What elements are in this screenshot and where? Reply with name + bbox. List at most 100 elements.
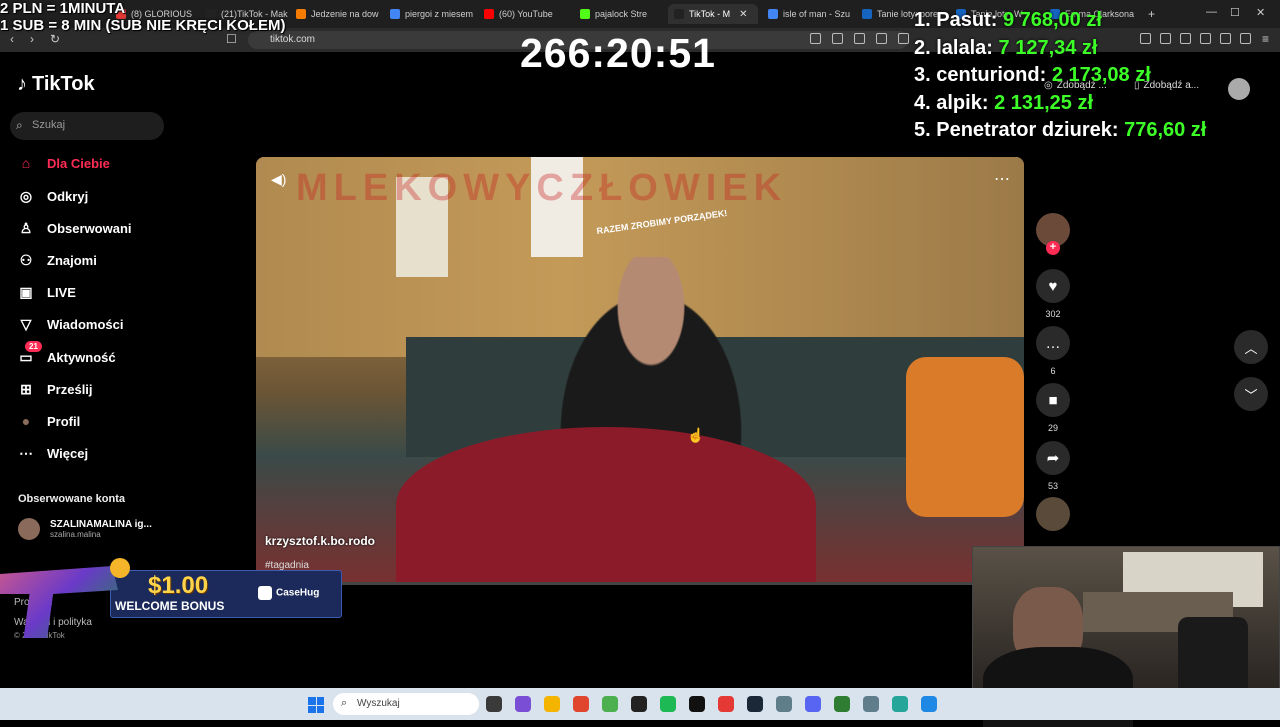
sidebar-item-aktywność[interactable]: ▭ 21 Aktywność bbox=[17, 341, 116, 367]
taskbar-app-icon[interactable] bbox=[892, 696, 908, 712]
taskbar-app-icon[interactable] bbox=[718, 696, 734, 712]
tab[interactable]: TikTok - M ✕ bbox=[668, 4, 758, 24]
tab[interactable]: isle of man - Szu bbox=[762, 4, 852, 24]
extension-icon[interactable] bbox=[854, 33, 865, 44]
next-video-button[interactable]: ﹀ bbox=[1234, 377, 1268, 411]
comment-button[interactable]: … 6 bbox=[1036, 326, 1070, 376]
logo-text: TikTok bbox=[32, 73, 95, 95]
music-disc-avatar[interactable] bbox=[1036, 497, 1070, 531]
sidebar-item-odkryj[interactable]: ◎ Odkryj bbox=[17, 186, 88, 206]
previous-video-button[interactable]: ︿ bbox=[1234, 330, 1268, 364]
webcam-racing-chair bbox=[1178, 617, 1248, 697]
follow-plus-icon[interactable]: + bbox=[1046, 241, 1060, 255]
user-avatar[interactable] bbox=[1228, 78, 1250, 100]
tab[interactable]: Jedzenie na dow bbox=[290, 4, 380, 24]
send-icon: ▽ bbox=[17, 315, 35, 333]
video-author[interactable]: krzysztof.k.bo.rodo bbox=[265, 534, 375, 548]
translate-icon[interactable] bbox=[832, 33, 843, 44]
taskbar-app-icon[interactable] bbox=[573, 696, 589, 712]
taskbar-app-icon[interactable] bbox=[776, 696, 792, 712]
volume-icon[interactable]: ◀︎) bbox=[271, 171, 286, 188]
zoom-icon[interactable] bbox=[876, 33, 887, 44]
video-progress-bar[interactable] bbox=[256, 582, 1024, 585]
leaderboard-name: alpik: bbox=[936, 91, 989, 114]
ad-brand: CaseHug bbox=[258, 586, 319, 600]
sidebar-item-prześlij[interactable]: ⊞ Prześlij bbox=[17, 379, 92, 399]
sidebar-item-live[interactable]: ▣ LIVE bbox=[17, 282, 76, 302]
followed-account-item[interactable]: SZALINAMALINA ig... szalina.malina bbox=[18, 518, 152, 540]
taskbar-app-icon[interactable] bbox=[921, 696, 937, 712]
taskbar-app-icon[interactable] bbox=[515, 696, 531, 712]
more-options-icon[interactable]: ⋯ bbox=[994, 169, 1010, 189]
tab-label: (60) YouTube bbox=[499, 9, 553, 19]
tab[interactable]: (60) YouTube bbox=[478, 4, 568, 24]
taskbar-search-input[interactable]: ⌕ Wyszukaj bbox=[333, 693, 479, 715]
like-button[interactable]: ♥ 302 bbox=[1036, 269, 1070, 319]
icon-glyph: ⚇ bbox=[19, 251, 33, 268]
sidebar-item-znajomi[interactable]: ⚇ Znajomi bbox=[17, 250, 97, 270]
taskbar-app-icon[interactable] bbox=[660, 696, 676, 712]
sidebar-item-label: Odkryj bbox=[47, 188, 89, 204]
leaderboard-name: Pasut: bbox=[936, 9, 998, 31]
vpn-icon[interactable] bbox=[1240, 33, 1251, 44]
forward-icon[interactable]: › bbox=[30, 32, 34, 46]
close-window-icon[interactable]: ✕ bbox=[1256, 6, 1265, 19]
leaderboard-rank: 5. bbox=[914, 119, 931, 141]
extension-icon[interactable] bbox=[810, 33, 821, 44]
leaderboard-row: 1. Pasut: 9 768,00 zł bbox=[914, 7, 1206, 35]
sidebar-item-więcej[interactable]: ⋯ Więcej bbox=[17, 443, 88, 463]
tab[interactable]: pajalock Stre bbox=[574, 4, 664, 24]
back-icon[interactable]: ‹ bbox=[10, 32, 14, 46]
friends-icon: ⚇ bbox=[17, 251, 35, 269]
bookmark-icon[interactable]: ☐ bbox=[226, 32, 237, 46]
taskbar-app-icon[interactable] bbox=[805, 696, 821, 712]
tab-close-icon[interactable]: ✕ bbox=[739, 9, 747, 20]
leaderboard-name: lalala: bbox=[936, 36, 993, 59]
stream-promo-line1: 2 PLN = 1MINUTA bbox=[0, 0, 126, 17]
tab-label: Jedzenie na dow bbox=[311, 9, 379, 19]
windows-start-icon[interactable] bbox=[308, 697, 324, 713]
share-icon: ➦ bbox=[1036, 441, 1070, 475]
tab-favicon-icon bbox=[484, 9, 494, 19]
taskbar-app-icon[interactable] bbox=[834, 696, 850, 712]
taskbar-app-icon[interactable] bbox=[486, 696, 502, 712]
ad-brand-text: CaseHug bbox=[276, 587, 320, 599]
reload-icon[interactable]: ↻ bbox=[50, 32, 60, 46]
leaderboard-row: 2. lalala: 7 127,34 zł bbox=[914, 35, 1206, 63]
leaderboard-row: 4. alpik: 2 131,25 zł bbox=[914, 90, 1206, 118]
taskbar-app-icon[interactable] bbox=[631, 696, 647, 712]
notification-badge: 21 bbox=[25, 341, 42, 352]
shield-icon[interactable] bbox=[1220, 33, 1231, 44]
share-icon[interactable] bbox=[898, 33, 909, 44]
activity-icon: ▭ 21 bbox=[17, 341, 42, 366]
taskbar-app-icon[interactable] bbox=[689, 696, 705, 712]
heart-icon: ♥ bbox=[1036, 269, 1070, 303]
leaderboard-name: centuriond: bbox=[936, 64, 1047, 86]
share-button[interactable]: ➦ 53 bbox=[1036, 441, 1070, 491]
sidebar-item-label: Aktywność bbox=[47, 349, 116, 365]
search-input[interactable]: ⌕ Szukaj bbox=[10, 112, 164, 140]
sidebar-item-dla-ciebie[interactable]: ⌂ Dla Ciebie bbox=[17, 153, 110, 173]
icon-glyph: ▣ bbox=[19, 283, 33, 300]
tab[interactable]: piergoi z miesem bbox=[384, 4, 474, 24]
bookmark-button[interactable]: ■ 29 bbox=[1036, 383, 1070, 433]
sidebar-item-wiadomości[interactable]: ▽ Wiadomości bbox=[17, 314, 124, 334]
maximize-icon[interactable]: ☐ bbox=[1230, 6, 1240, 19]
icon-glyph: ▽ bbox=[20, 315, 32, 332]
sidebar-item-label: Profil bbox=[47, 413, 81, 429]
leaderboard-rank: 4. bbox=[914, 91, 931, 114]
minimize-icon[interactable]: — bbox=[1206, 6, 1217, 18]
tiktok-logo[interactable]: ♪ TikTok bbox=[17, 73, 95, 96]
taskbar-app-icon[interactable] bbox=[863, 696, 879, 712]
sidebar-item-obserwowani[interactable]: ♙ Obserwowani bbox=[17, 218, 132, 238]
menu-icon[interactable]: ≡ bbox=[1262, 32, 1269, 46]
taskbar-app-icon[interactable] bbox=[544, 696, 560, 712]
video-player[interactable]: MLEKOWYCZŁOWIEK RAZEM ZROBIMY PORZĄDEK! … bbox=[256, 157, 1024, 584]
avatar bbox=[18, 518, 40, 540]
tab-favicon-icon bbox=[580, 9, 590, 19]
compass-icon: ◎ bbox=[17, 187, 35, 205]
taskbar-app-icon[interactable] bbox=[602, 696, 618, 712]
bookmark-icon: ■ bbox=[1036, 383, 1070, 417]
taskbar-app-icon[interactable] bbox=[747, 696, 763, 712]
sidebar-item-profil[interactable]: ● Profil bbox=[17, 411, 80, 431]
